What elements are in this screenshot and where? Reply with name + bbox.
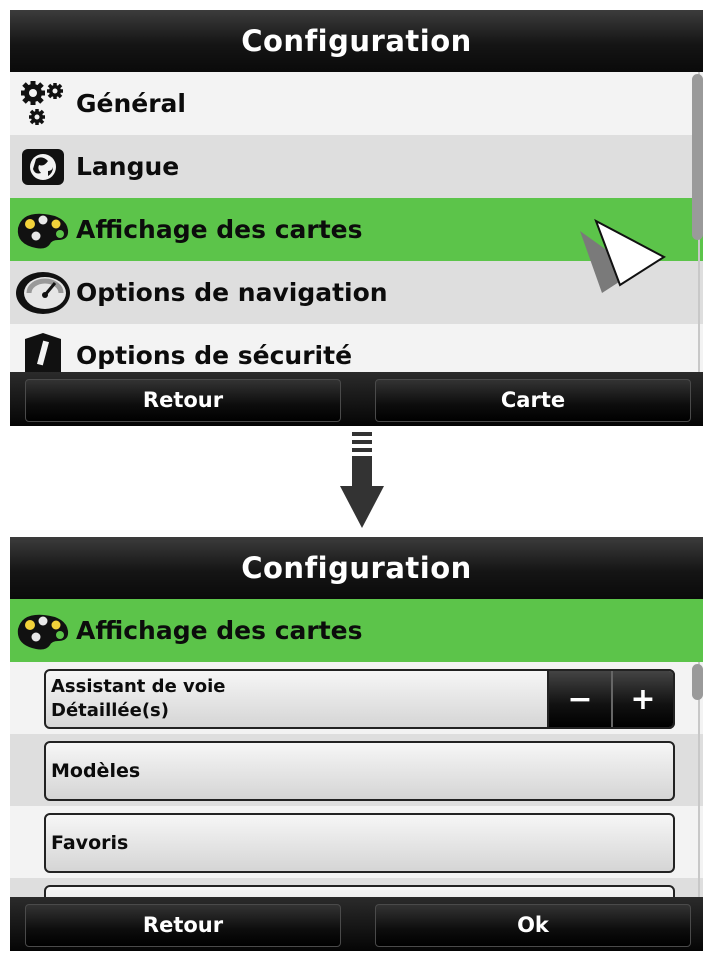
warning-icon [14,331,72,374]
section-title: Affichage des cartes [76,616,363,645]
configuration-screen-map-display: Configuration Affichage des cartes Assis… [10,537,703,951]
models-button[interactable]: Modèles [44,741,675,801]
gauge-icon [14,268,72,318]
back-button[interactable]: Retour [25,904,341,947]
scrollbar-thumb[interactable] [692,74,703,240]
section-header-map-display: Affichage des cartes [10,599,703,662]
back-button[interactable]: Retour [25,379,341,422]
menu-item-label: Général [76,89,186,118]
setting-name: Assistant de voie [51,676,226,697]
map-button[interactable]: Carte [375,379,691,422]
ok-button[interactable]: Ok [375,904,691,947]
next-setting-button[interactable] [44,885,675,897]
menu-item-label: Options de sécurité [76,341,353,370]
bottom-bar: Retour Ok [10,897,703,951]
menu-item-language[interactable]: Langue [10,135,703,198]
settings-list: Assistant de voie Détaillée(s) − + Modèl… [10,662,703,897]
lane-assistant-stepper: − + [547,669,675,729]
setting-value: Détaillée(s) [51,700,169,721]
lane-assistant-setting: Assistant de voie Détaillée(s) − + [44,669,675,729]
decrease-button[interactable]: − [549,671,611,727]
palette-icon [14,205,72,255]
pointer-cursor-icon [580,218,666,293]
menu-item-safety-options[interactable]: Options de sécurité [10,324,703,374]
title-bar: Configuration [10,10,703,72]
menu-item-general[interactable]: Général [10,72,703,135]
bottom-bar: Retour Carte [10,372,703,426]
menu-item-label: Options de navigation [76,278,388,307]
setting-label: Modèles [51,760,141,782]
menu-item-label: Langue [76,152,180,181]
menu-item-label: Affichage des cartes [76,215,363,244]
favorites-button[interactable]: Favoris [44,813,675,873]
title-bar: Configuration [10,537,703,599]
scrollbar-thumb[interactable] [692,664,703,700]
palette-icon [14,606,72,656]
gears-icon [14,79,72,129]
arrow-down-icon [340,432,384,528]
globe-icon [14,142,72,192]
setting-label: Favoris [51,832,129,854]
increase-button[interactable]: + [611,671,673,727]
